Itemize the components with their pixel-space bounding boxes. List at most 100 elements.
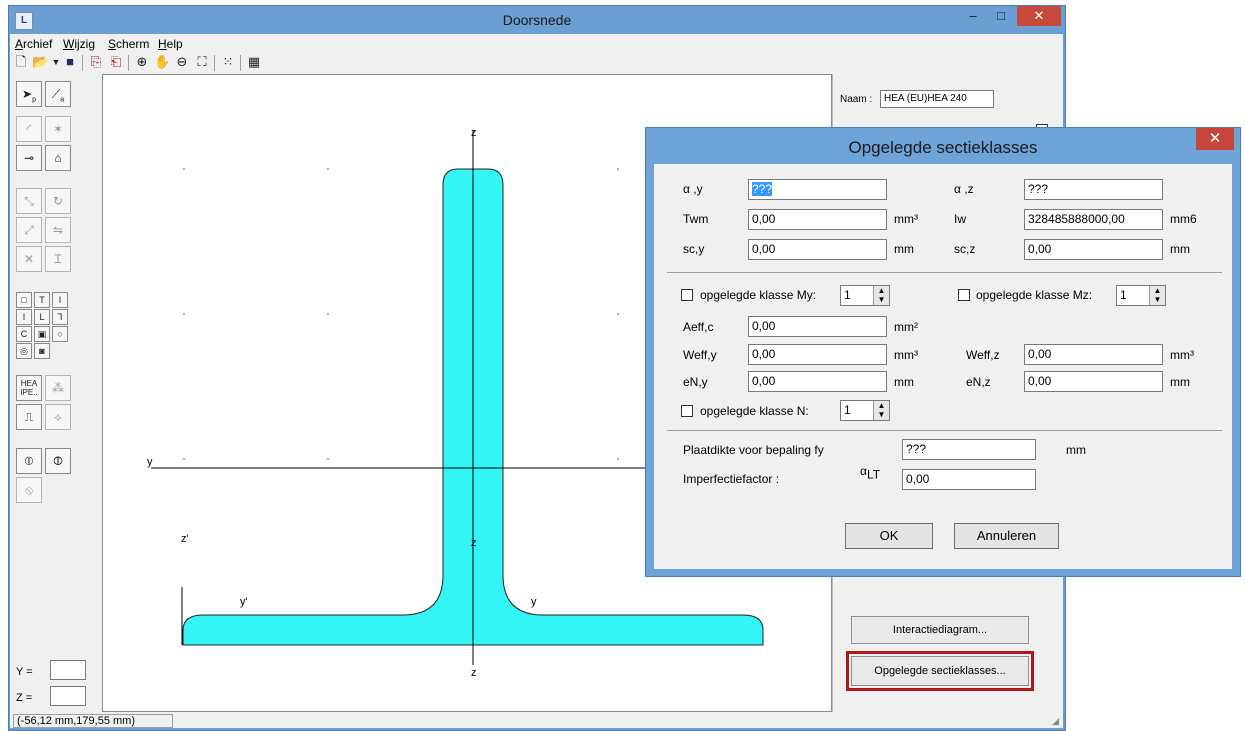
eraser-tool-icon[interactable]: ⊸ — [16, 145, 42, 171]
z-axis-label-bottom: z — [471, 667, 477, 679]
scz-unit: mm — [1170, 242, 1190, 256]
ibeam-tool-icon[interactable]: Ɪ — [45, 246, 71, 272]
new-icon[interactable]: 🗋 — [13, 54, 29, 70]
toolbar-separator — [128, 55, 129, 71]
shell-tool-icon[interactable]: ⟡ — [45, 404, 71, 430]
klasse-my-label: opgelegde klasse My: — [700, 288, 817, 302]
klasse-mz-checkbox[interactable] — [958, 289, 970, 301]
interactiediagram-button[interactable]: Interactiediagram... — [851, 616, 1029, 644]
calculator-icon[interactable]: ▦ — [246, 54, 262, 70]
rotate-tool-icon[interactable]: ↻ — [45, 188, 71, 214]
eny-unit: mm — [894, 375, 914, 389]
alpha-y-field[interactable]: ??? — [748, 179, 887, 200]
zoom-in-icon[interactable]: ⊕ — [134, 54, 150, 70]
spinner-arrows-icon[interactable]: ▲ ▼ — [1149, 286, 1165, 305]
i-section-icon[interactable]: I — [52, 292, 68, 308]
line-tool-icon[interactable]: ⟋a — [45, 81, 71, 107]
klasse-n-checkbox[interactable] — [681, 405, 693, 417]
z-section-icon[interactable]: Ꞁ — [52, 309, 68, 325]
imperfectie-field[interactable]: 0,00 — [902, 469, 1036, 490]
subtract-tool-icon[interactable]: ⦸ — [16, 477, 42, 503]
klasse-mz-spinner[interactable]: 1 ▲ ▼ — [1116, 285, 1166, 306]
grid-icon[interactable]: ⁙ — [220, 54, 236, 70]
scale-tool-icon[interactable]: ✕ — [16, 246, 42, 272]
z-coord-field[interactable] — [50, 686, 86, 706]
iw-field[interactable]: 328485888000,00 — [1024, 209, 1163, 230]
intersect-tool-icon[interactable]: ⦷ — [45, 448, 71, 474]
plaatdikte-unit: mm — [1066, 443, 1086, 457]
klasse-my-spinner[interactable]: 1 ▲ ▼ — [840, 285, 890, 306]
snap-tool-icon[interactable]: ✶ — [45, 116, 71, 142]
arc-tool-icon[interactable]: ◜ — [16, 116, 42, 142]
menu-wijzig[interactable]: Wijzig — [63, 37, 95, 51]
save-icon[interactable]: ■ — [62, 54, 78, 70]
maximize-button[interactable]: □ — [987, 6, 1015, 26]
spinner-arrows-icon[interactable]: ▲ ▼ — [873, 286, 889, 305]
minimize-button[interactable]: – — [959, 6, 987, 26]
weffy-field[interactable]: 0,00 — [748, 344, 887, 365]
circle-section-icon[interactable]: ○ — [52, 326, 68, 342]
profile-library-icon[interactable]: HEA IPE.. — [16, 375, 42, 401]
klasse-n-label: opgelegde klasse N: — [700, 404, 809, 418]
paste-icon[interactable]: ⎗ — [108, 54, 124, 70]
translate-tool-icon[interactable]: ⤢ — [16, 217, 42, 243]
alpha-z-label: α ,z — [954, 182, 974, 196]
weffz-field[interactable]: 0,00 — [1024, 344, 1163, 365]
union-tool-icon[interactable]: ⦶ — [16, 448, 42, 474]
box-section-icon[interactable]: ▣ — [34, 326, 50, 342]
t-section-icon[interactable]: T — [34, 292, 50, 308]
select-tool-icon[interactable]: ➤p — [16, 81, 42, 107]
dialog-close-button[interactable]: ✕ — [1196, 128, 1234, 150]
plaatdikte-field[interactable]: ??? — [902, 439, 1036, 460]
aeffc-field[interactable]: 0,00 — [748, 316, 887, 337]
toolbar-separator — [240, 55, 241, 71]
pan-icon[interactable]: ✋ — [154, 54, 170, 70]
twm-field[interactable]: 0,00 — [748, 209, 887, 230]
zoom-fit-icon[interactable]: ⛶ — [194, 54, 210, 70]
step-tool-icon[interactable]: ⎍ — [16, 404, 42, 430]
tube-section-icon[interactable]: ◎ — [16, 343, 32, 359]
klasse-n-spinner[interactable]: 1 ▲ ▼ — [840, 400, 890, 421]
zoom-out-icon[interactable]: ⊖ — [174, 54, 190, 70]
c-section-icon[interactable]: C — [16, 326, 32, 342]
z-axis-label-top: z — [471, 127, 477, 139]
twm-unit: mm³ — [894, 212, 918, 226]
klasse-my-checkbox[interactable] — [681, 289, 693, 301]
z-prime-label: z' — [181, 533, 189, 545]
move-tool-icon[interactable]: ⤡ — [16, 188, 42, 214]
eny-field[interactable]: 0,00 — [748, 371, 887, 392]
scy-unit: mm — [894, 242, 914, 256]
aeffc-label: Aeff,c — [683, 320, 714, 334]
open-icon[interactable]: 📂 — [32, 54, 48, 70]
close-button[interactable]: ✕ — [1017, 6, 1061, 26]
i-section-icon[interactable]: I — [16, 309, 32, 325]
y-coord-field[interactable] — [50, 660, 86, 680]
sectieklasses-button[interactable]: Opgelegde sectieklasses... — [851, 656, 1029, 686]
naam-field[interactable]: HEA (EU)HEA 240 — [880, 90, 994, 108]
iw-unit: mm6 — [1170, 212, 1197, 226]
menu-scherm[interactable]: Scherm — [108, 37, 149, 51]
divider — [667, 272, 1222, 273]
hollow-section-icon[interactable]: ◙ — [34, 343, 50, 359]
menu-archief[interactable]: Archief — [15, 37, 52, 51]
dialog-title: Opgelegde sectieklasses — [848, 138, 1038, 157]
scz-field[interactable]: 0,00 — [1024, 239, 1163, 260]
cancel-button[interactable]: Annuleren — [954, 523, 1059, 549]
resize-grip-icon[interactable]: ◢ — [1052, 716, 1059, 727]
alpha-z-field[interactable]: ??? — [1024, 179, 1163, 200]
grid-dots — [183, 168, 619, 460]
mirror-tool-icon[interactable]: ⇋ — [45, 217, 71, 243]
paint-tool-icon[interactable]: ⌂ — [45, 145, 71, 171]
ok-button[interactable]: OK — [845, 523, 933, 549]
menu-help[interactable]: Help — [158, 37, 183, 51]
rect-section-icon[interactable]: □ — [16, 292, 32, 308]
y-prime-label: y' — [240, 596, 248, 608]
twm-label: Twm — [683, 212, 709, 226]
klasse-mz-label: opgelegde klasse Mz: — [976, 288, 1093, 302]
copy-icon[interactable]: ⎘ — [88, 54, 104, 70]
l-section-icon[interactable]: L — [34, 309, 50, 325]
scy-field[interactable]: 0,00 — [748, 239, 887, 260]
steel-library-icon[interactable]: ⁂ — [45, 375, 71, 401]
spinner-arrows-icon[interactable]: ▲ ▼ — [873, 401, 889, 420]
enz-field[interactable]: 0,00 — [1024, 371, 1163, 392]
